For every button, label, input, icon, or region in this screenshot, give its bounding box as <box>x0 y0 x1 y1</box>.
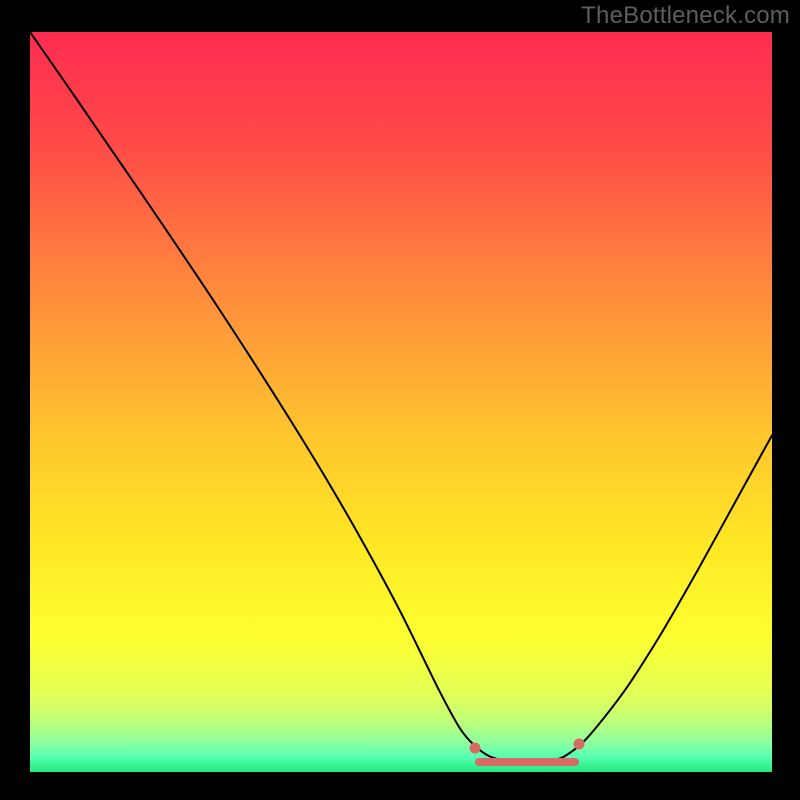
optimal-range-bar <box>475 758 579 766</box>
chart-frame: TheBottleneck.com <box>0 0 800 800</box>
watermark-text: TheBottleneck.com <box>581 2 790 30</box>
plot-area <box>30 32 772 772</box>
bottleneck-curve <box>30 32 772 772</box>
optimal-marker-right <box>574 738 585 749</box>
optimal-marker-left <box>470 742 481 753</box>
